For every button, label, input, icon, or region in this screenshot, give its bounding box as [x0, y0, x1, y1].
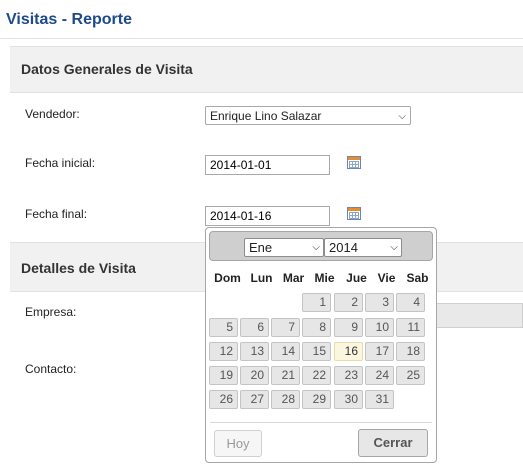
calendar-day[interactable]: 1	[302, 293, 331, 312]
calendar-day[interactable]: 28	[271, 390, 300, 409]
calendar-day[interactable]: 23	[334, 366, 363, 385]
general-section-header: Datos Generales de Visita	[10, 46, 523, 93]
calendar-day[interactable]: 31	[365, 390, 394, 409]
empresa-label: Empresa:	[25, 305, 77, 319]
weekday-header: Mie	[314, 271, 335, 285]
calendar-day[interactable]: 3	[365, 293, 394, 312]
close-button[interactable]: Cerrar	[358, 429, 428, 457]
weekday-header: Dom	[214, 271, 241, 285]
contacto-label: Contacto:	[25, 362, 77, 376]
title-divider	[0, 38, 523, 39]
calendar-day[interactable]: 13	[240, 342, 269, 361]
calendar-day[interactable]: 29	[302, 390, 331, 409]
calendar-day[interactable]: 2	[334, 293, 363, 312]
month-select[interactable]: Ene ⌵	[244, 238, 324, 257]
calendar-day[interactable]: 24	[365, 366, 394, 385]
vendedor-label: Vendedor:	[25, 107, 80, 121]
calendar-day[interactable]: 17	[365, 342, 394, 361]
calendar-day[interactable]: 12	[209, 342, 238, 361]
year-select-value: 2014	[329, 240, 358, 255]
weekday-header: Lun	[250, 271, 273, 285]
calendar-day[interactable]: 9	[334, 318, 363, 337]
vendedor-select[interactable]: Enrique Lino Salazar ⌵	[205, 106, 411, 125]
weekday-header: Jue	[346, 271, 367, 285]
calendar-day[interactable]: 10	[365, 318, 394, 337]
calendar-day[interactable]: 8	[302, 318, 331, 337]
calendar-day[interactable]: 4	[396, 293, 425, 312]
vendedor-select-value: Enrique Lino Salazar	[210, 109, 322, 123]
calendar-day[interactable]: 22	[302, 366, 331, 385]
fecha-final-input[interactable]	[205, 206, 330, 226]
fecha-inicial-label: Fecha inicial:	[25, 156, 96, 170]
weekday-header: Vie	[377, 271, 396, 285]
detalles-section-title: Detalles de Visita	[21, 260, 136, 276]
calendar-day[interactable]: 27	[240, 390, 269, 409]
calendar-day[interactable]: 25	[396, 366, 425, 385]
weekday-header: Mar	[282, 271, 305, 285]
page-title: Visitas - Reporte	[6, 11, 132, 28]
chevron-down-icon: ⌵	[390, 242, 398, 253]
chevron-down-icon: ⌵	[398, 111, 406, 122]
calendar-day[interactable]: 5	[209, 318, 238, 337]
calendar-day[interactable]: 7	[271, 318, 300, 337]
today-button[interactable]: Hoy	[214, 430, 262, 457]
calendar-day[interactable]: 20	[240, 366, 269, 385]
empresa-field[interactable]	[435, 303, 523, 328]
year-select[interactable]: 2014 ⌵	[324, 238, 402, 257]
calendar-day[interactable]: 19	[209, 366, 238, 385]
fecha-final-label: Fecha final:	[25, 207, 88, 221]
fecha-inicial-input[interactable]	[205, 155, 330, 175]
calendar-day[interactable]: 15	[302, 342, 331, 361]
calendar-day[interactable]: 26	[209, 390, 238, 409]
calendar-day[interactable]: 14	[271, 342, 300, 361]
calendar-icon[interactable]	[347, 156, 361, 169]
chevron-down-icon: ⌵	[312, 242, 320, 253]
calendar-day[interactable]: 6	[240, 318, 269, 337]
calendar-day[interactable]: 16	[334, 342, 363, 361]
calendar-icon[interactable]	[347, 207, 361, 220]
calendar-day[interactable]: 30	[334, 390, 363, 409]
datepicker-header: Ene ⌵ 2014 ⌵	[209, 231, 433, 261]
calendar-day[interactable]: 18	[396, 342, 425, 361]
datepicker-divider	[210, 422, 432, 423]
month-select-value: Ene	[249, 240, 273, 255]
general-section-title: Datos Generales de Visita	[21, 61, 193, 77]
datepicker-popup: Ene ⌵ 2014 ⌵ Dom Lun Mar Mie Jue Vie Sab…	[205, 227, 437, 463]
weekday-header: Sab	[406, 271, 429, 285]
calendar-day[interactable]: 21	[271, 366, 300, 385]
calendar-day[interactable]: 11	[396, 318, 425, 337]
